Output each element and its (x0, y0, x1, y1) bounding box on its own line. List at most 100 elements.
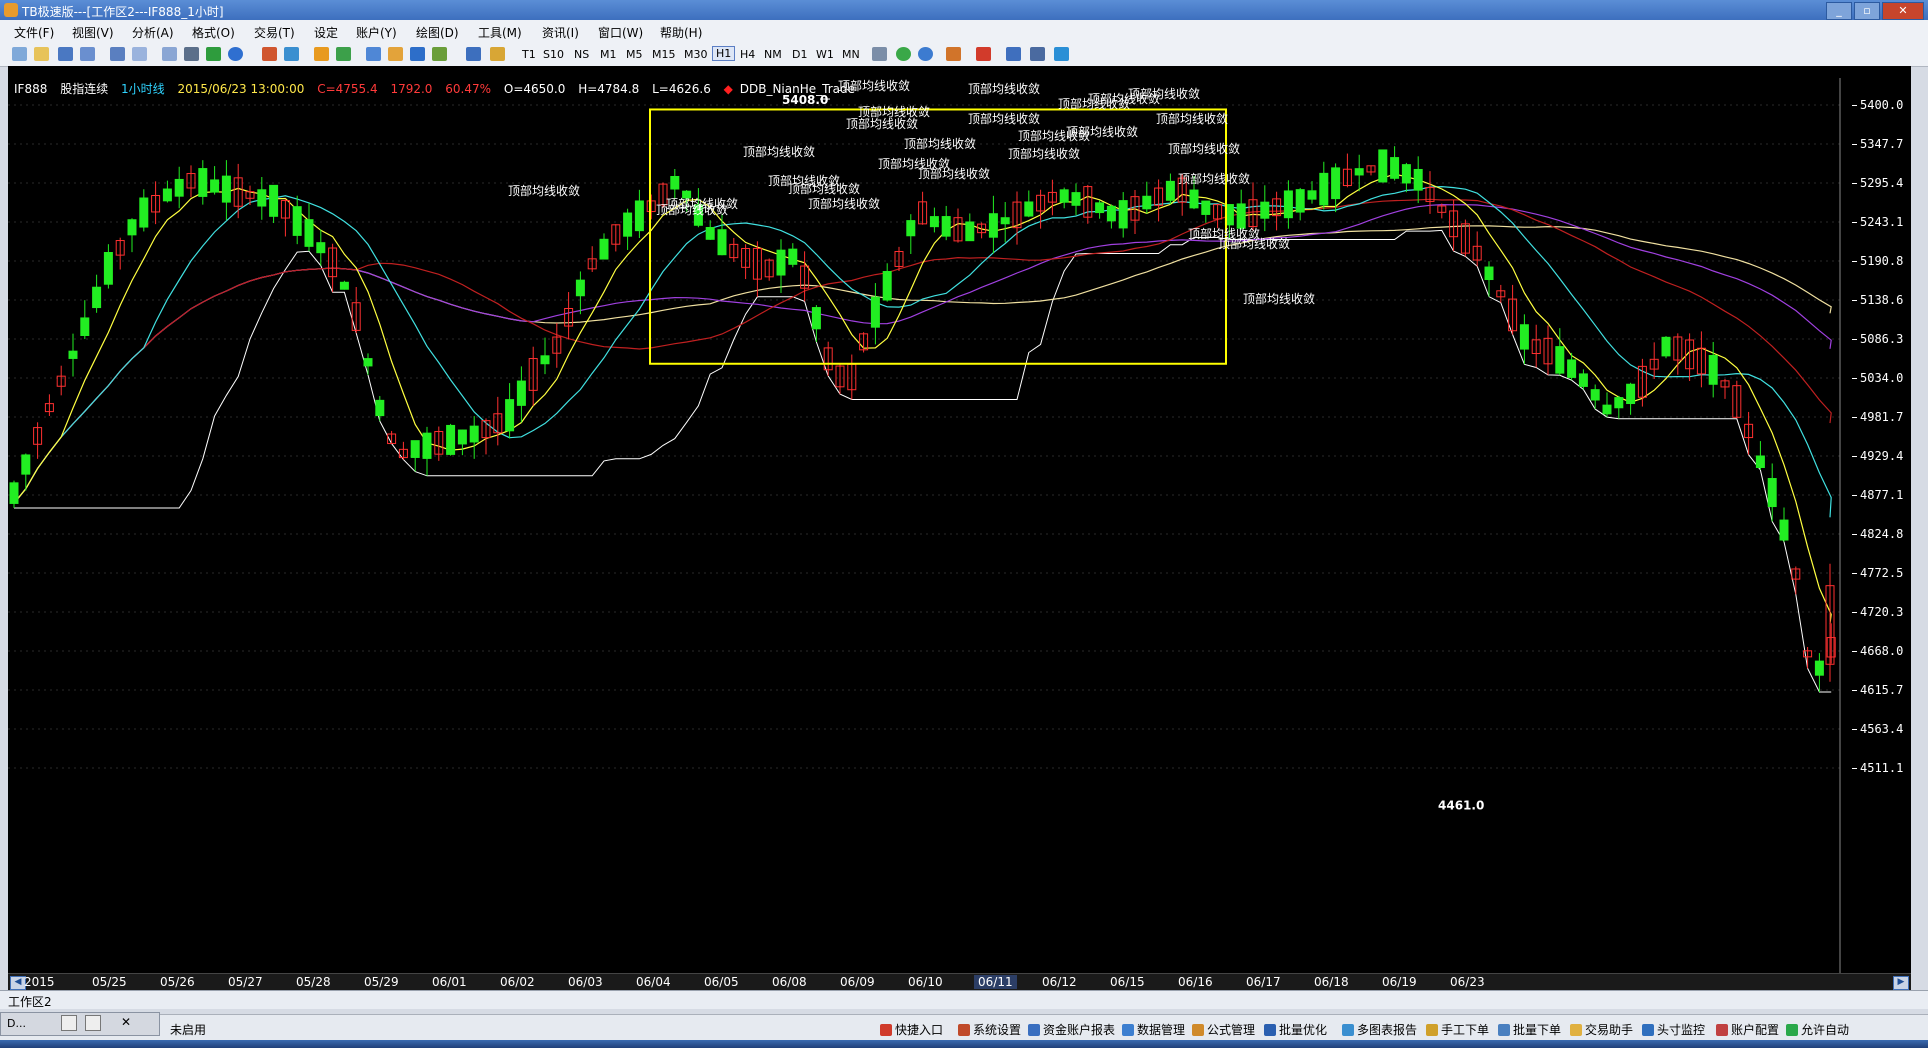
signal-label: 顶部均线收敛 (743, 144, 815, 159)
close-button[interactable]: ✕ (1882, 2, 1924, 20)
signal-label: 顶部均线收敛 (1008, 146, 1080, 161)
screen-icon[interactable] (1054, 47, 1069, 61)
candle-body (623, 212, 633, 237)
candle-body (162, 188, 172, 202)
strategy-icon[interactable] (262, 47, 277, 61)
indicator-icon[interactable] (432, 47, 447, 61)
restore-mini-icon[interactable] (61, 1015, 77, 1031)
menu-file[interactable]: 文件(F) (14, 24, 54, 41)
period-m5[interactable]: M5 (626, 48, 643, 61)
period-w1[interactable]: W1 (816, 48, 834, 61)
candle-body (1165, 180, 1175, 201)
menu-trade[interactable]: 交易(T) (254, 24, 295, 41)
price-tick-label: 5347.7 (1851, 137, 1904, 151)
date-tick-label: 06/10 (908, 975, 943, 989)
chart-icon[interactable] (162, 47, 177, 61)
menu-analysis[interactable]: 分析(A) (132, 24, 174, 41)
minimized-window[interactable]: D... ✕ (0, 1012, 160, 1036)
date-axis[interactable]: ◀ ▶ 2015 05/25 05/26 05/27 05/28 05/29 06/01 06… (8, 973, 1911, 990)
menu-help[interactable]: 帮助(H) (660, 24, 702, 41)
workspace-tab[interactable]: 工作区2 (8, 993, 52, 1010)
candle-chart-icon[interactable] (410, 47, 425, 61)
status-trade-assistant[interactable]: 交易助手 (1570, 1021, 1633, 1038)
network-icon[interactable] (1030, 47, 1045, 61)
candle-body (540, 355, 550, 365)
table-icon[interactable] (336, 47, 351, 61)
copy-icon[interactable] (80, 47, 95, 61)
minimize-button[interactable]: _ (1826, 2, 1852, 20)
ma-fast-line (13, 173, 1832, 624)
sync-icon[interactable] (918, 47, 933, 61)
new-icon[interactable] (12, 47, 27, 61)
price-tick-label: 5190.8 (1851, 254, 1904, 268)
multi-chart-icon (1342, 1024, 1354, 1036)
star-icon[interactable] (314, 47, 329, 61)
globe-icon[interactable] (228, 47, 243, 61)
period-t1[interactable]: T1 (522, 48, 536, 61)
status-data-manage[interactable]: 数据管理 (1122, 1021, 1185, 1038)
menu-info[interactable]: 资讯(I) (542, 24, 579, 41)
period-mn[interactable]: MN (842, 48, 860, 61)
line-chart-icon[interactable] (388, 47, 403, 61)
status-position-monitor[interactable]: 头寸监控 (1642, 1021, 1705, 1038)
candlestick-chart[interactable]: 顶部均线收敛顶部均线收敛顶部均线收敛顶部均线收敛顶部均线收敛顶部均线收敛顶部均线… (8, 78, 1848, 978)
split-icon[interactable] (872, 47, 887, 61)
period-nm[interactable]: NM (764, 48, 782, 61)
status-quick-entry[interactable]: 快捷入口 (880, 1021, 943, 1038)
layers-icon[interactable] (1006, 47, 1021, 61)
status-allow-auto[interactable]: 允许自动 (1786, 1021, 1849, 1038)
print-icon[interactable] (184, 47, 199, 61)
monitor-icon[interactable] (466, 47, 481, 61)
signal-label: 顶部均线收敛 (1128, 86, 1200, 101)
period-m30[interactable]: M30 (684, 48, 708, 61)
date-tick-label: 06/05 (704, 975, 739, 989)
status-formula-manage[interactable]: 公式管理 (1192, 1021, 1255, 1038)
menu-format[interactable]: 格式(O) (192, 24, 235, 41)
period-s10[interactable]: S10 (543, 48, 564, 61)
menu-account[interactable]: 账户(Y) (356, 24, 397, 41)
formula-icon[interactable] (284, 47, 299, 61)
status-manual-order[interactable]: 手工下单 (1426, 1021, 1489, 1038)
maximize-mini-icon[interactable] (85, 1015, 101, 1031)
period-h4[interactable]: H4 (740, 48, 755, 61)
period-ns[interactable]: NS (574, 48, 589, 61)
signal-label: 顶部均线收敛 (1066, 124, 1138, 139)
optimize-icon (1264, 1024, 1276, 1036)
menu-settings[interactable]: 设定 (314, 24, 338, 41)
menu-window[interactable]: 窗口(W) (598, 24, 643, 41)
candle-body (1236, 203, 1246, 229)
layout-icon[interactable] (132, 47, 147, 61)
status-account-report[interactable]: 资金账户报表 (1028, 1021, 1115, 1038)
scroll-right-icon[interactable]: ▶ (1893, 976, 1909, 990)
status-batch-order[interactable]: 批量下单 (1498, 1021, 1561, 1038)
status-system-settings[interactable]: 系统设置 (958, 1021, 1021, 1038)
status-batch-optimize[interactable]: 批量优化 (1264, 1021, 1327, 1038)
candle-body (139, 197, 149, 228)
status-multi-chart[interactable]: 多图表报告 (1342, 1021, 1417, 1038)
bar-chart-icon[interactable] (366, 47, 381, 61)
period-m15[interactable]: M15 (652, 48, 676, 61)
save-icon[interactable] (58, 47, 73, 61)
period-m1[interactable]: M1 (600, 48, 617, 61)
candle-body (717, 229, 727, 256)
refresh-icon[interactable] (896, 47, 911, 61)
menu-tools[interactable]: 工具(M) (478, 24, 522, 41)
period-h1[interactable]: H1 (712, 46, 736, 61)
lock-icon[interactable] (206, 47, 221, 61)
folder-icon[interactable] (490, 47, 505, 61)
status-account-config[interactable]: 账户配置 (1716, 1021, 1779, 1038)
restore-button[interactable]: ▫ (1854, 2, 1880, 20)
menu-view[interactable]: 视图(V) (72, 24, 114, 41)
candle-body (516, 380, 526, 406)
menu-draw[interactable]: 绘图(D) (416, 24, 459, 41)
period-d1[interactable]: D1 (792, 48, 807, 61)
home-icon[interactable] (976, 47, 991, 61)
candle-body (634, 200, 644, 232)
signal-label: 顶部均线收敛 (1156, 111, 1228, 126)
window-icon[interactable] (110, 47, 125, 61)
open-icon[interactable] (34, 47, 49, 61)
candle-body (446, 424, 456, 455)
export-icon[interactable] (946, 47, 961, 61)
price-tick-label: 4877.1 (1851, 488, 1904, 502)
close-mini-icon[interactable]: ✕ (121, 1015, 131, 1029)
